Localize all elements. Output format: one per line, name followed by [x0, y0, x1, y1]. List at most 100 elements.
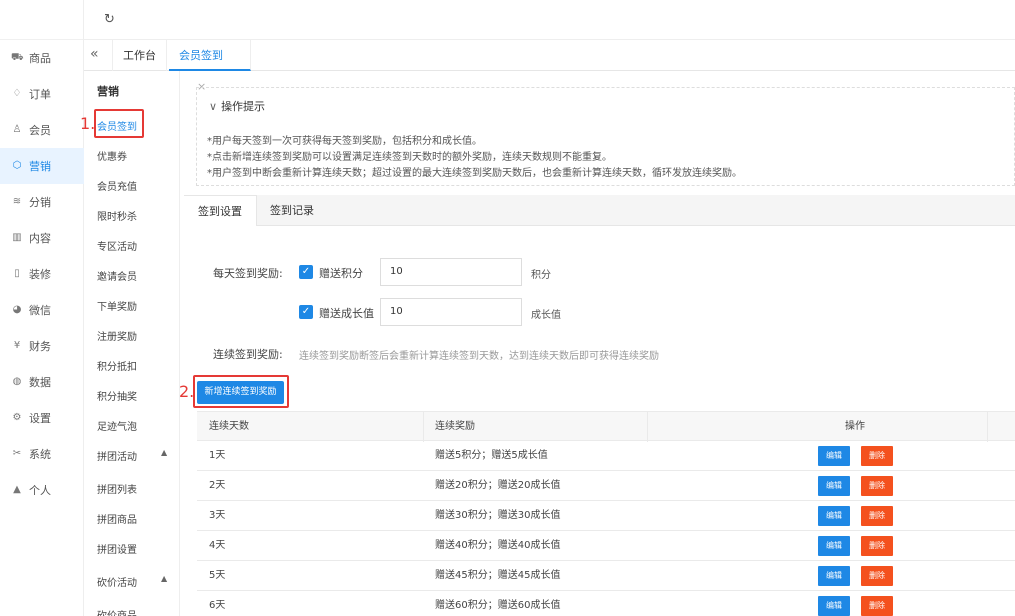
table-row: 1天 赠送5积分；赠送5成长值 编辑 删除	[197, 441, 1015, 471]
row-days: 6天	[209, 600, 226, 611]
subnav-group-groupbuy[interactable]: 拼团活动 ▲	[97, 448, 167, 463]
nav-item-label: 分销	[29, 196, 51, 209]
nav-item-system[interactable]: ✂ 系统	[0, 436, 84, 472]
app-root: ⛟ 商品 ♢ 订单 ♙ 会员 ⬡ 营销 ≋ 分销 ▥ 内容 ▯ 装修 ◕ 微信 ¥ 财务 ◍ 数据 …	[0, 0, 1015, 616]
delete-button[interactable]: 删除	[861, 506, 893, 526]
subnav-item-footprint[interactable]: 足迹气泡	[97, 418, 137, 433]
subnav-item-points-deduct[interactable]: 积分抵扣	[97, 358, 137, 373]
column-divider	[987, 412, 988, 442]
subnav-item-order-reward[interactable]: 下单奖励	[97, 298, 137, 313]
refresh-icon[interactable]: ↻	[104, 13, 118, 27]
delete-button[interactable]: 删除	[861, 566, 893, 586]
daily-reward-label: 每天签到奖励:	[213, 267, 283, 280]
subnav-item-groupbuy-goods[interactable]: 拼团商品	[97, 511, 137, 526]
nav-item-wechat[interactable]: ◕ 微信	[0, 292, 84, 328]
nav-item-distribution[interactable]: ≋ 分销	[0, 184, 84, 220]
subnav-item-recharge[interactable]: 会员充值	[97, 178, 137, 193]
table-row: 2天 赠送20积分；赠送20成长值 编辑 删除	[197, 471, 1015, 501]
nav-item-label: 营销	[29, 160, 51, 173]
delete-button[interactable]: 删除	[861, 476, 893, 496]
user-icon: ♙	[12, 124, 22, 135]
edit-button[interactable]: 编辑	[818, 506, 850, 526]
delete-button[interactable]: 删除	[861, 446, 893, 466]
subnav-item-zone[interactable]: 专区活动	[97, 238, 137, 253]
nav-item-personal[interactable]: ▲ 个人	[0, 472, 84, 508]
highlight-box-checkin	[94, 109, 144, 138]
operation-tips: ∨ 操作提示 *用户每天签到一次可获得每天签到奖励，包括积分和成长值。 *点击新增…	[196, 87, 1015, 186]
subnav-item-invite[interactable]: 邀请会员	[97, 268, 137, 283]
row-days: 3天	[209, 510, 226, 521]
collapse-sidebar-icon[interactable]: «	[90, 46, 99, 62]
header-reward: 连续奖励	[435, 421, 475, 432]
tab-label: 工作台	[123, 49, 156, 62]
subnav-item-groupbuy-settings[interactable]: 拼团设置	[97, 541, 137, 556]
nav-item-label: 财务	[29, 340, 51, 353]
step-marker-2: 2.	[179, 382, 195, 401]
row-reward: 赠送30积分；赠送30成长值	[435, 510, 561, 521]
row-days: 5天	[209, 570, 226, 581]
points-input[interactable]: 10	[380, 258, 522, 286]
tools-icon: ✂	[12, 448, 22, 459]
growth-input[interactable]: 10	[380, 298, 522, 326]
nav-item-goods[interactable]: ⛟ 商品	[0, 40, 84, 76]
cube-icon: ⬡	[12, 160, 22, 171]
subnav-group-bargain[interactable]: 砍价活动 ▲	[97, 574, 167, 589]
edit-button[interactable]: 编辑	[818, 566, 850, 586]
edit-button[interactable]: 编辑	[818, 596, 850, 616]
nav-item-finance[interactable]: ¥ 财务	[0, 328, 84, 364]
growth-checkbox[interactable]: ✓	[299, 305, 313, 319]
edit-button[interactable]: 编辑	[818, 536, 850, 556]
subnav-item-bargain-goods[interactable]: 砍价商品	[97, 607, 137, 616]
main-sidebar: ⛟ 商品 ♢ 订单 ♙ 会员 ⬡ 营销 ≋ 分销 ▥ 内容 ▯ 装修 ◕ 微信 ¥ 财务 ◍ 数据 …	[0, 0, 84, 616]
nav-item-settings[interactable]: ⚙ 设置	[0, 400, 84, 436]
nav-item-decoration[interactable]: ▯ 装修	[0, 256, 84, 292]
cart-icon: ⛟	[11, 52, 24, 63]
nav-item-marketing[interactable]: ⬡ 营销	[0, 148, 84, 184]
subnav-item-register-reward[interactable]: 注册奖励	[97, 328, 137, 343]
nav-item-content[interactable]: ▥ 内容	[0, 220, 84, 256]
subnav-item-coupon[interactable]: 优惠券	[97, 148, 127, 163]
subnav-group-label: 砍价活动	[97, 578, 137, 589]
nav-item-label: 个人	[29, 484, 51, 497]
subnav-item-flash-sale[interactable]: 限时秒杀	[97, 208, 137, 223]
edit-button[interactable]: 编辑	[818, 476, 850, 496]
top-bar: ↻	[84, 0, 1015, 40]
tab-member-checkin[interactable]: 会员签到×	[169, 40, 251, 93]
gear-icon: ⚙	[12, 412, 22, 423]
tips-title: 操作提示	[221, 100, 266, 113]
nav-item-label: 内容	[29, 232, 51, 245]
nav-item-members[interactable]: ♙ 会员	[0, 112, 84, 148]
nav-item-orders[interactable]: ♢ 订单	[0, 76, 84, 112]
globe-icon: ◍	[12, 376, 22, 387]
tab-checkin-settings[interactable]: 签到设置	[184, 195, 257, 226]
layers-icon: ≋	[12, 196, 22, 207]
content-tabs: 签到设置 签到记录	[184, 195, 1015, 226]
tips-header[interactable]: ∨ 操作提示	[209, 98, 265, 114]
growth-unit: 成长值	[531, 310, 561, 321]
row-days: 4天	[209, 540, 226, 551]
nav-item-label: 装修	[29, 268, 51, 281]
subnav-item-points-lottery[interactable]: 积分抽奖	[97, 388, 137, 403]
delete-button[interactable]: 删除	[861, 596, 893, 616]
tab-checkin-records[interactable]: 签到记录	[256, 195, 328, 226]
nav-item-label: 会员	[29, 124, 51, 137]
add-continuous-reward-button[interactable]: 新增连续签到奖励	[197, 381, 284, 404]
subnav-group-label: 拼团活动	[97, 452, 137, 463]
person-icon: ▲	[13, 484, 21, 495]
subnav-item-groupbuy-list[interactable]: 拼团列表	[97, 481, 137, 496]
tip-line: *用户每天签到一次可获得每天签到奖励，包括积分和成长值。	[207, 136, 482, 147]
table-row: 3天 赠送30积分；赠送30成长值 编辑 删除	[197, 501, 1015, 531]
row-reward: 赠送60积分；赠送60成长值	[435, 600, 561, 611]
points-checkbox[interactable]: ✓	[299, 265, 313, 279]
continuous-reward-label: 连续签到奖励:	[213, 348, 283, 361]
continuous-reward-hint: 连续签到奖励断签后会重新计算连续签到天数，达到连续天数后即可获得连续奖励	[299, 351, 659, 362]
table-row: 6天 赠送60积分；赠送60成长值 编辑 删除	[197, 591, 1015, 616]
subnav-title: 营销	[97, 85, 119, 98]
nav-item-data[interactable]: ◍ 数据	[0, 364, 84, 400]
column-divider	[647, 412, 648, 442]
nav-item-label: 商品	[29, 52, 51, 65]
delete-button[interactable]: 删除	[861, 536, 893, 556]
edit-button[interactable]: 编辑	[818, 446, 850, 466]
table-row: 5天 赠送45积分；赠送45成长值 编辑 删除	[197, 561, 1015, 591]
tab-workbench[interactable]: 工作台	[112, 40, 167, 71]
